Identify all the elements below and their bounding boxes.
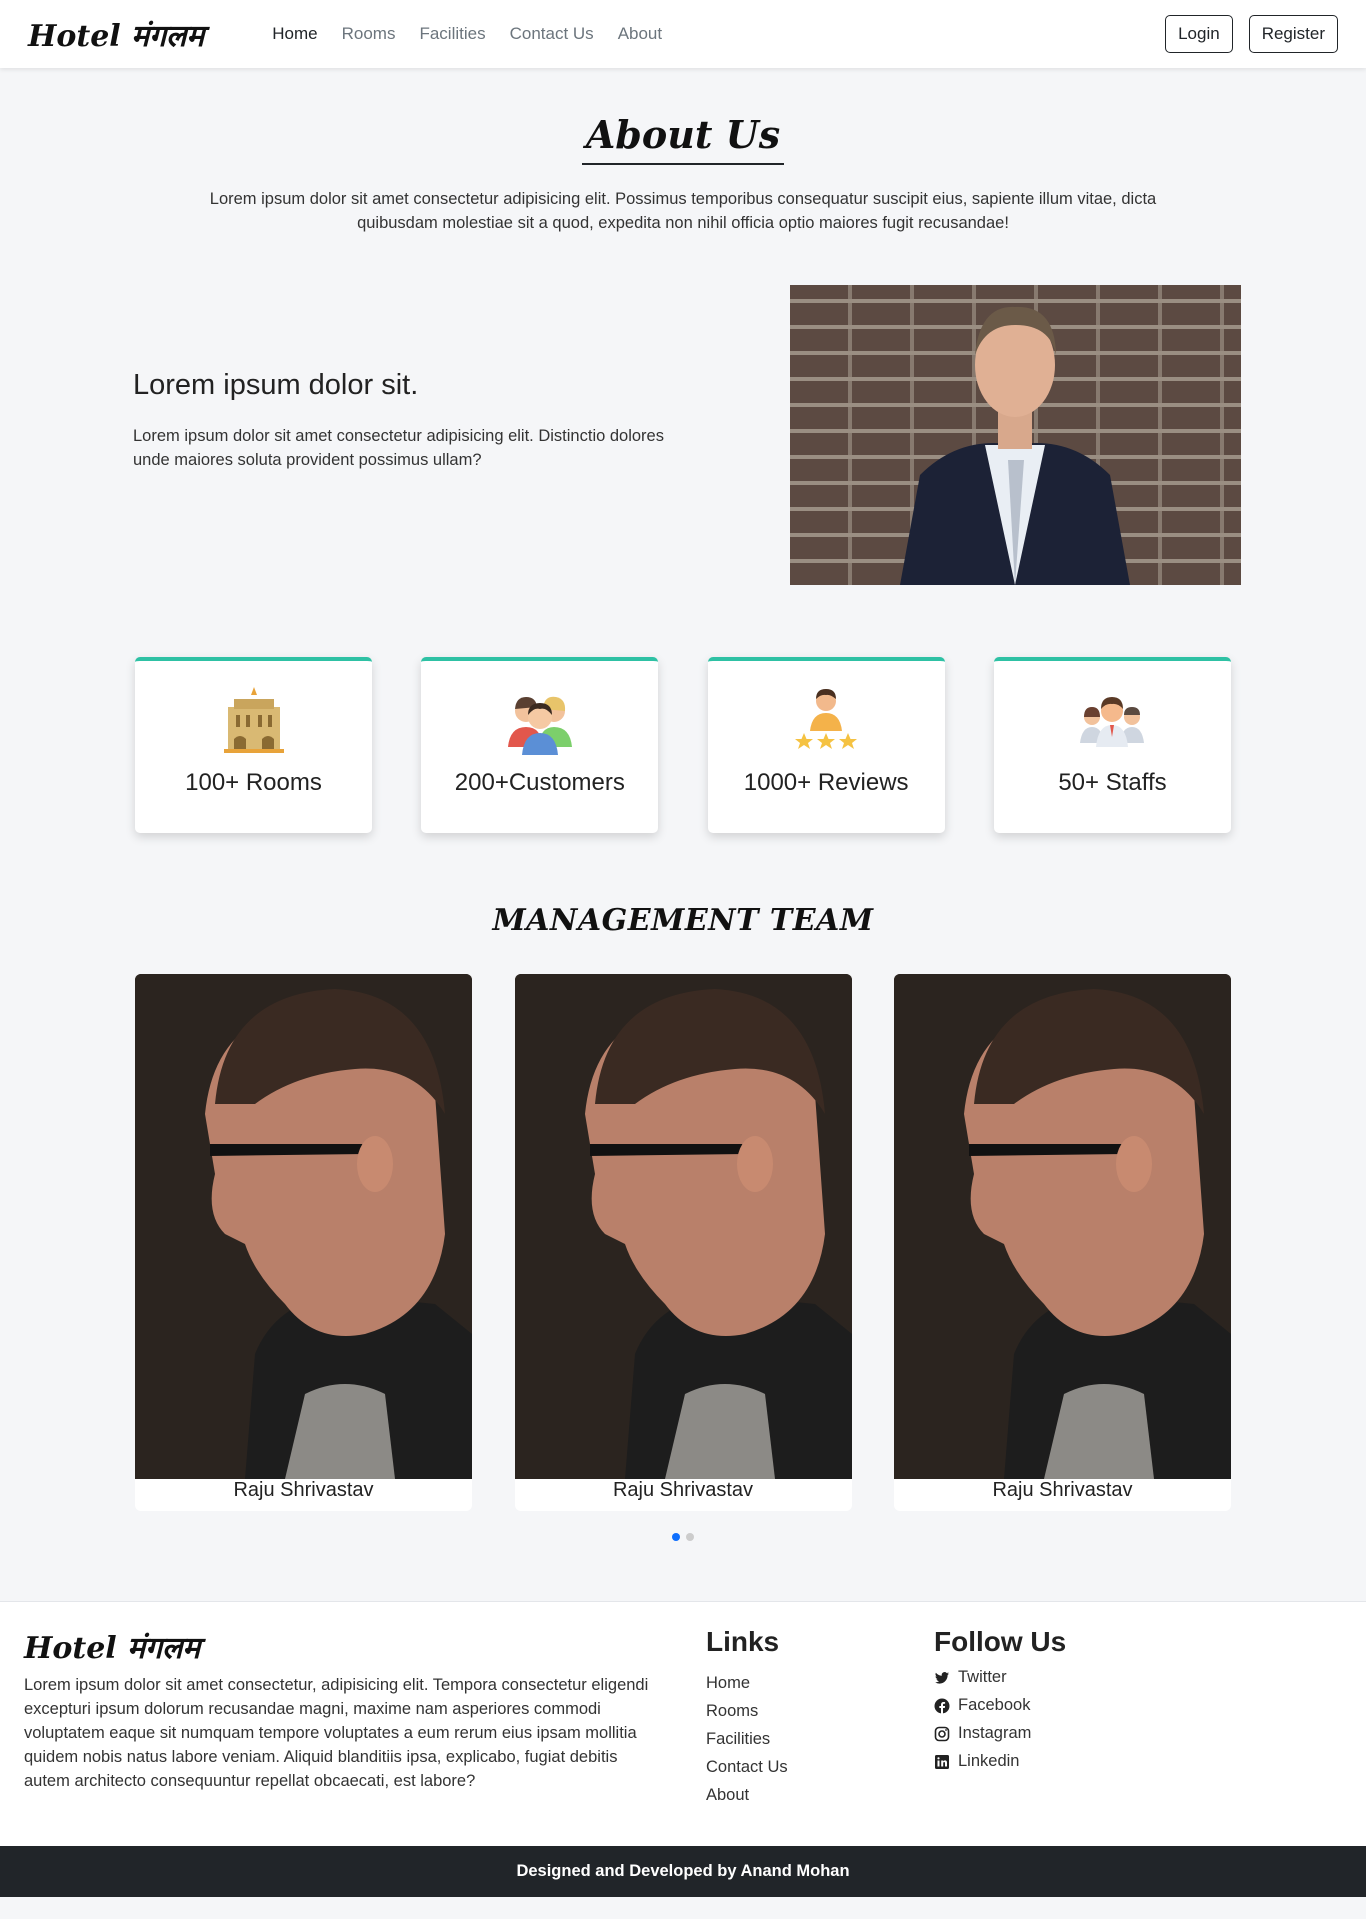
carousel-dot-2[interactable] <box>686 1533 694 1541</box>
carousel-pagination <box>0 1533 1366 1541</box>
staff-icon <box>1080 697 1145 747</box>
stats-section: 100+ Rooms 200+Customers 1000+ Reviews 5… <box>135 657 1231 833</box>
stat-label: 200+Customers <box>454 769 625 796</box>
stat-card-reviews: 1000+ Reviews <box>707 657 945 833</box>
nav-link-rooms[interactable]: Rooms <box>330 24 408 44</box>
stat-label: 1000+ Reviews <box>743 769 909 796</box>
team-member-card[interactable]: Raju Shrivastav <box>514 974 852 1511</box>
footer-link-home[interactable]: Home <box>706 1674 934 1693</box>
footer-brand[interactable]: Hotel मंगलम <box>24 1626 664 1667</box>
social-twitter[interactable]: Twitter <box>934 1668 1066 1687</box>
brand-logo[interactable]: Hotel मंगलम <box>28 14 204 55</box>
login-button[interactable]: Login <box>1165 15 1233 53</box>
carousel-dot-1[interactable] <box>672 1533 680 1541</box>
footer-links-heading: Links <box>706 1626 780 1657</box>
stat-label: 100+ Rooms <box>185 769 322 796</box>
footer-link-contact[interactable]: Contact Us <box>706 1758 934 1777</box>
credits-bar: Designed and Developed by Anand Mohan <box>0 1846 1366 1897</box>
twitter-icon <box>935 1671 949 1684</box>
nav-link-facilities[interactable]: Facilities <box>407 24 497 44</box>
footer-links-column: Links Home Rooms Facilities Contact Us A… <box>706 1626 934 1814</box>
manager-photo <box>790 285 1241 585</box>
footer-description: Lorem ipsum dolor sit amet consectetur, … <box>24 1676 649 1790</box>
instagram-icon <box>934 1726 950 1741</box>
team-member-card[interactable]: Raju Shrivastav <box>135 974 472 1511</box>
stat-card-staffs: 50+ Staffs <box>993 657 1231 833</box>
member-name: Raju Shrivastav <box>233 1479 374 1501</box>
social-facebook[interactable]: Facebook <box>934 1696 1066 1715</box>
social-label: Facebook <box>958 1696 1031 1714</box>
customers-icon <box>507 696 572 755</box>
footer-brand-column: Hotel मंगलम Lorem ipsum dolor sit amet c… <box>24 1626 684 1814</box>
member-photo <box>894 974 1231 1479</box>
intro-text: Lorem ipsum dolor sit. Lorem ipsum dolor… <box>133 369 693 472</box>
page-title: About Us <box>581 112 785 165</box>
linkedin-icon <box>935 1754 949 1769</box>
footer: Hotel मंगलम Lorem ipsum dolor sit amet c… <box>0 1601 1366 1846</box>
member-photo <box>135 974 472 1479</box>
nav-actions: Login Register <box>1165 15 1338 53</box>
footer-link-about[interactable]: About <box>706 1786 934 1805</box>
facebook-icon <box>934 1698 950 1713</box>
social-label: Twitter <box>958 1668 1007 1686</box>
team-member-card[interactable]: Raju Shrivastav <box>894 974 1231 1511</box>
social-instagram[interactable]: Instagram <box>934 1724 1066 1743</box>
nav-link-contact[interactable]: Contact Us <box>498 24 606 44</box>
intro-heading: Lorem ipsum dolor sit. <box>133 368 419 401</box>
social-label: Instagram <box>958 1724 1032 1742</box>
businessman-image <box>900 306 1130 585</box>
member-photo <box>514 974 852 1479</box>
intro-paragraph: Lorem ipsum dolor sit amet consectetur a… <box>133 426 664 469</box>
hotel-icon <box>223 687 284 753</box>
nav-links: Home Rooms Facilities Contact Us About <box>260 24 674 44</box>
team-carousel: Raju Shrivastav Raju Shrivastav Raju Shr… <box>135 974 1231 1511</box>
footer-follow-heading: Follow Us <box>934 1626 1067 1657</box>
reviews-icon <box>795 689 858 749</box>
footer-link-facilities[interactable]: Facilities <box>706 1730 934 1749</box>
social-label: Linkedin <box>958 1752 1020 1770</box>
stat-card-customers: 200+Customers <box>421 657 659 833</box>
member-name: Raju Shrivastav <box>612 1479 754 1501</box>
nav-link-home[interactable]: Home <box>260 24 329 44</box>
social-linkedin[interactable]: Linkedin <box>934 1752 1066 1771</box>
stat-label: 50+ Staffs <box>1058 769 1167 796</box>
register-button[interactable]: Register <box>1248 15 1338 53</box>
footer-follow-column: Follow Us Twitter Facebook Instagram Lin… <box>934 1626 1066 1814</box>
about-description: Lorem ipsum dolor sit amet consectetur a… <box>209 190 1157 232</box>
footer-link-rooms[interactable]: Rooms <box>706 1702 934 1721</box>
team-title: MANAGEMENT TEAM <box>492 903 874 938</box>
stat-card-rooms: 100+ Rooms <box>135 657 372 833</box>
nav-link-about[interactable]: About <box>606 24 674 44</box>
about-section: About Us Lorem ipsum dolor sit amet cons… <box>0 68 1366 235</box>
member-name: Raju Shrivastav <box>992 1479 1133 1501</box>
intro-section: Lorem ipsum dolor sit. Lorem ipsum dolor… <box>125 285 1241 585</box>
navbar: Hotel मंगलम Home Rooms Facilities Contac… <box>0 0 1366 68</box>
